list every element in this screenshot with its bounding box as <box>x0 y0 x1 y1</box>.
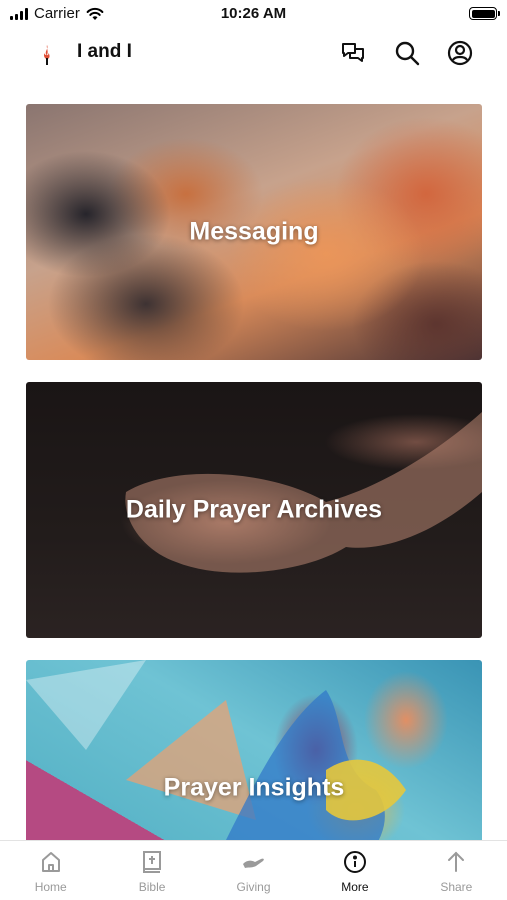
tab-share[interactable]: Share <box>406 841 507 900</box>
home-icon <box>38 849 64 875</box>
tab-giving[interactable]: Giving <box>203 841 304 900</box>
app-title: I and I <box>77 41 132 62</box>
status-bar: Carrier 10:26 AM <box>0 0 507 28</box>
tab-label: Bible <box>138 880 166 894</box>
card-label: Prayer Insights <box>163 773 345 802</box>
battery-icon <box>469 7 500 20</box>
daily-prayer-archives-card[interactable]: Daily Prayer Archives <box>26 382 482 638</box>
card-label: Daily Prayer Archives <box>125 495 383 524</box>
messaging-card[interactable]: Messaging <box>26 104 482 360</box>
card-label: Messaging <box>189 217 319 246</box>
bible-icon <box>139 849 165 875</box>
chat-icon[interactable] <box>338 38 368 68</box>
tab-label: Share <box>440 880 473 894</box>
tab-label: Home <box>34 880 67 894</box>
info-icon <box>342 849 368 875</box>
tab-bible[interactable]: Bible <box>101 841 202 900</box>
profile-icon[interactable] <box>445 38 475 68</box>
prayer-insights-card[interactable]: Prayer Insights <box>26 660 482 840</box>
tab-label: More <box>341 880 369 894</box>
tab-bar: Home Bible Giving More Share <box>0 840 507 900</box>
giving-icon <box>241 849 267 875</box>
content-list: Messaging Daily Prayer Archives Prayer I… <box>0 78 507 840</box>
tab-label: Giving <box>236 880 271 894</box>
tab-more[interactable]: More <box>304 841 405 900</box>
share-icon <box>443 849 469 875</box>
status-time: 10:26 AM <box>220 5 287 22</box>
flame-logo-icon <box>43 45 50 65</box>
app-header: I and I <box>0 28 507 78</box>
tab-home[interactable]: Home <box>0 841 101 900</box>
search-icon[interactable] <box>392 38 422 68</box>
painted-hands-image <box>26 660 406 840</box>
